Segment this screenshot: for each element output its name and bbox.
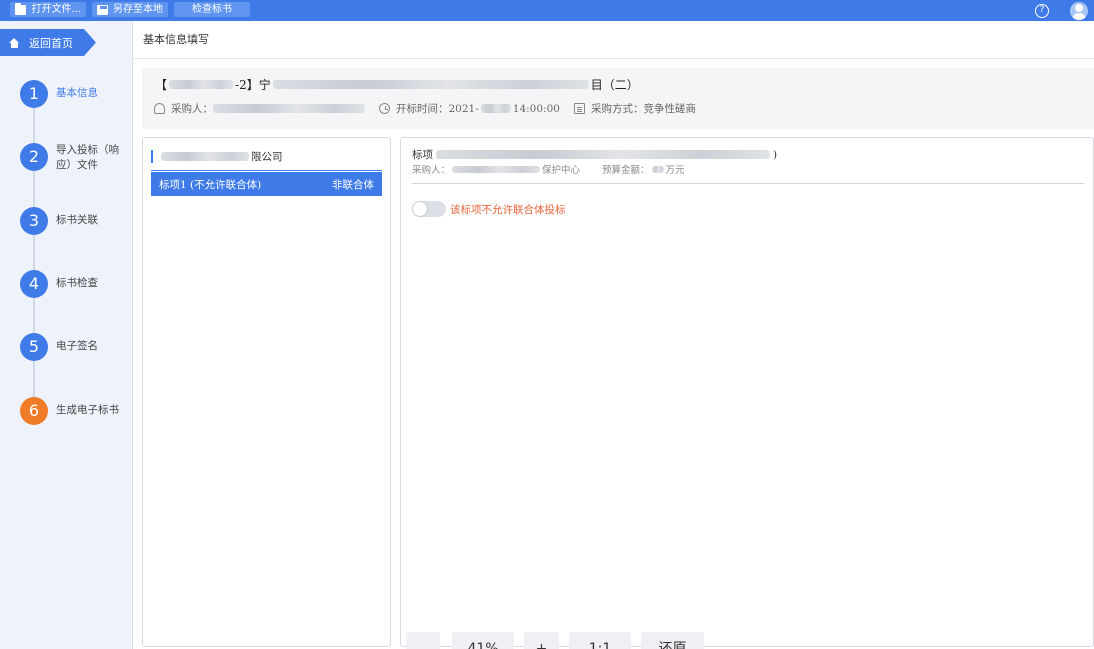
document-icon: [573, 103, 585, 114]
top-toolbar: 打开文件... 另存至本地 检查标书 ?: [0, 0, 1094, 21]
breadcrumb: 基本信息填写: [133, 21, 1094, 59]
redacted-text: [452, 165, 541, 173]
zoom-in-button[interactable]: +: [524, 632, 559, 649]
folder-icon: [15, 2, 27, 15]
step-label: 导入投标（响应）文件: [56, 144, 119, 171]
user-menu-button[interactable]: [1068, 0, 1090, 21]
project-title-suffix: 目（二）: [590, 78, 639, 92]
save-local-label: 另存至本地: [113, 4, 163, 15]
check-bid-button[interactable]: 检查标书: [174, 2, 250, 17]
purchaser-label: 采购人：: [171, 103, 213, 115]
step-label: 基本信息: [56, 87, 98, 99]
redacted-text: [272, 80, 589, 89]
company-name: 限公司: [151, 150, 283, 163]
redacted-text: [651, 165, 664, 173]
home-icon: [9, 37, 20, 48]
lot-title-suffix: ): [773, 148, 778, 161]
main-content: 基本信息填写 【 -2】宁 目（二） 采购人： 开标时间： 2021- 14:0…: [133, 21, 1094, 649]
zoom-out-button[interactable]: [406, 632, 440, 649]
redacted-text: [436, 150, 770, 159]
lot-detail-meta: 采购人： 保护中心 预算金额： 万元: [412, 162, 685, 176]
step-number: 4: [20, 270, 48, 298]
consortium-toggle[interactable]: [412, 201, 446, 217]
zoom-reset-button[interactable]: 还原: [641, 632, 704, 649]
step-label: 标书检查: [56, 277, 98, 289]
lot-name: 标项1 (不允许联合体): [159, 178, 262, 191]
step-number: 3: [20, 207, 48, 235]
consortium-toggle-row: 该标项不允许联合体投标: [412, 201, 566, 217]
redacted-text: [480, 104, 511, 113]
redacted-text: [213, 104, 365, 113]
help-button[interactable]: ?: [1033, 0, 1051, 21]
step-number: 5: [20, 333, 48, 361]
lot-list-panel: 限公司 标项1 (不允许联合体) 非联合体: [142, 137, 391, 647]
project-title: 【 -2】宁 目（二）: [155, 76, 639, 93]
open-time-suffix: 14:00:00: [512, 102, 560, 115]
budget-label: 预算金额：: [602, 165, 650, 176]
help-circle-icon: ?: [1035, 3, 1049, 18]
company-name-suffix: 限公司: [251, 151, 283, 163]
lot-purchaser-suffix: 保护中心: [542, 165, 581, 176]
detail-divider: [412, 183, 1084, 184]
save-icon: [97, 4, 108, 15]
purchaser-icon: [154, 103, 165, 114]
lot-tag: 非联合体: [332, 178, 374, 191]
project-meta: 采购人： 开标时间： 2021- 14:00:00 采购方式： 竞争性磋商: [154, 101, 696, 116]
open-time-prefix: 2021-: [448, 102, 479, 115]
lot-title-prefix: 标项: [412, 149, 433, 161]
open-time-label: 开标时间：: [396, 103, 449, 115]
zoom-level-display: 41%: [452, 632, 514, 649]
step-number: 6: [20, 397, 48, 425]
lot-detail-panel: 标项 ) 采购人： 保护中心 预算金额： 万元 该标项不允许联合体投标: [400, 137, 1094, 647]
consortium-toggle-label: 该标项不允许联合体投标: [450, 203, 566, 216]
lot-list-divider: [151, 170, 382, 171]
save-local-button[interactable]: 另存至本地: [92, 2, 168, 17]
lot-purchaser-label: 采购人：: [412, 165, 451, 176]
method-value: 竞争性磋商: [643, 103, 696, 115]
redacted-text: [169, 80, 234, 89]
user-avatar-icon: [1070, 1, 1088, 20]
sidebar: 返回首页 1 基本信息 2 导入投标（响应）文件 3 标书关联 4 标书检查 5…: [0, 21, 133, 649]
step-label: 电子签名: [56, 340, 98, 352]
lot-detail-title: 标项 ): [412, 147, 777, 162]
redacted-text: [161, 152, 249, 161]
project-title-prefix: 【: [155, 78, 168, 92]
home-label: 返回首页: [29, 36, 73, 50]
method-label: 采购方式：: [590, 103, 644, 115]
project-info-card: 【 -2】宁 目（二） 采购人： 开标时间： 2021- 14:00:00 采购…: [142, 68, 1094, 129]
step-label: 生成电子标书: [56, 404, 119, 416]
check-bid-label: 检查标书: [192, 4, 232, 15]
project-title-mid: -2】宁: [235, 78, 271, 92]
zoom-actual-size-button[interactable]: 1:1: [569, 632, 631, 649]
home-button[interactable]: 返回首页: [0, 29, 96, 56]
budget-suffix: 万元: [665, 165, 685, 176]
step-number: 1: [20, 80, 48, 108]
lot-item-1[interactable]: 标项1 (不允许联合体) 非联合体: [151, 172, 382, 196]
step-label: 标书关联: [56, 214, 98, 226]
step-number: 2: [20, 143, 48, 171]
open-file-button[interactable]: 打开文件...: [10, 2, 86, 17]
open-file-label: 打开文件...: [31, 4, 81, 15]
clock-icon: [379, 103, 390, 114]
